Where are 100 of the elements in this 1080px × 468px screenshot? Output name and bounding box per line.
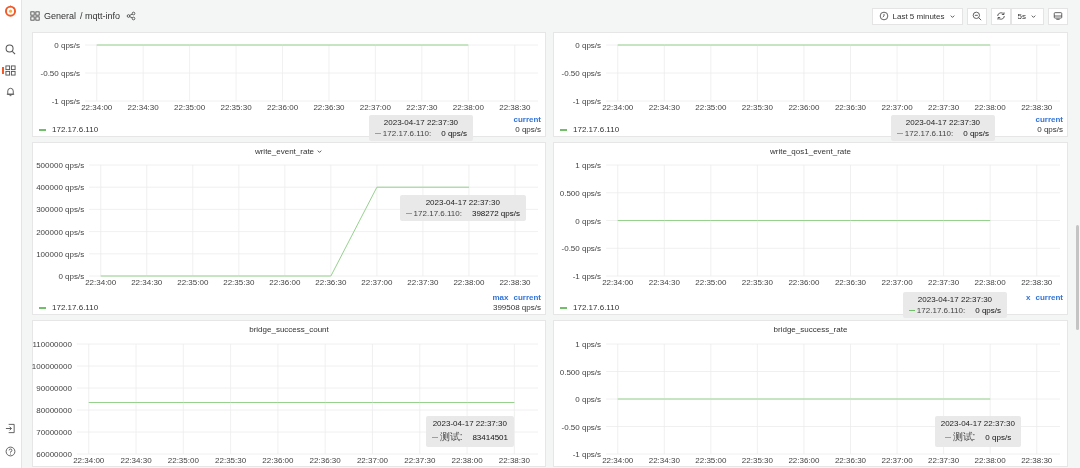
- legend-series[interactable]: 172.17.6.110: [52, 125, 99, 134]
- refresh-interval-picker[interactable]: 5s: [1010, 7, 1044, 25]
- x-axis-label: 22:36:30: [309, 456, 341, 465]
- x-axis-label: 22:35:00: [695, 278, 727, 287]
- y-axis-label: 400000 qps/s: [36, 183, 85, 193]
- y-axis-label: 100000 qps/s: [36, 249, 85, 259]
- legend-header[interactable]: max: [492, 293, 509, 302]
- x-axis-label: 22:35:30: [741, 456, 773, 465]
- tv-mode-button[interactable]: [1048, 7, 1068, 25]
- dashboards-icon[interactable]: [4, 64, 17, 77]
- bell-icon[interactable]: [4, 85, 17, 98]
- y-axis-label: 1 qps/s: [575, 161, 602, 170]
- x-axis-label: 22:34:30: [120, 456, 152, 465]
- panel-title[interactable]: bridge_success_count: [249, 324, 329, 334]
- x-axis-label: 22:38:30: [499, 103, 531, 112]
- y-axis-label: 0 qps/s: [54, 41, 81, 50]
- x-axis-label: 22:38:30: [1021, 278, 1053, 287]
- tooltip-series: 172.17.6.110:: [916, 306, 966, 315]
- legend-header[interactable]: current: [1035, 115, 1063, 124]
- x-axis-label: 22:37:00: [356, 456, 389, 465]
- x-axis-label: 22:38:00: [452, 103, 484, 112]
- y-axis-label: 0 qps/s: [575, 41, 602, 50]
- x-axis-label: 22:37:00: [359, 103, 391, 112]
- tooltip-time: 2023-04-17 22:37:30: [425, 198, 500, 207]
- x-axis-label: 22:34:30: [131, 278, 163, 287]
- tooltip-value: 0 qps/s: [985, 432, 1012, 442]
- x-axis-label: 22:37:00: [881, 278, 913, 287]
- x-axis-label: 22:37:30: [407, 278, 439, 287]
- panel-title[interactable]: write_event_rate: [254, 146, 315, 156]
- y-axis-label: -1 qps/s: [572, 97, 602, 106]
- x-axis-label: 22:35:00: [167, 456, 199, 465]
- tooltip-value: 83414501: [472, 432, 508, 442]
- x-axis-label: 22:36:30: [313, 103, 345, 112]
- breadcrumb-folder[interactable]: General: [44, 11, 77, 21]
- y-axis-label: -1 qps/s: [572, 272, 602, 281]
- y-axis-label: -0.50 qps/s: [561, 422, 602, 432]
- x-axis-label: 22:36:00: [788, 278, 820, 287]
- x-axis-label: 22:36:00: [788, 103, 820, 112]
- tooltip-series: 测试:: [952, 430, 976, 444]
- x-axis-label: 22:38:00: [974, 278, 1006, 287]
- tooltip-series: 172.17.6.110:: [413, 209, 462, 218]
- x-axis-label: 22:38:30: [499, 278, 531, 287]
- tooltip-time: 2023-04-17 22:37:30: [432, 419, 507, 428]
- refresh-button[interactable]: [990, 7, 1011, 25]
- zoom-out-icon: [971, 11, 982, 21]
- x-axis-label: 22:37:30: [406, 103, 438, 112]
- x-axis-label: 22:38:00: [453, 278, 485, 287]
- clock-icon: [878, 11, 889, 21]
- caret-icon[interactable]: [316, 147, 324, 155]
- x-axis-label: 22:38:30: [1021, 456, 1053, 465]
- tooltip-value: 0 qps/s: [441, 129, 467, 138]
- caret-icon: [1030, 12, 1037, 20]
- logo-icon[interactable]: [4, 4, 17, 17]
- legend-header[interactable]: current: [513, 293, 541, 302]
- tooltip-series: 测试:: [439, 430, 463, 444]
- legend-series[interactable]: 172.17.6.110: [573, 303, 620, 312]
- legend-series[interactable]: 172.17.6.110: [573, 125, 620, 134]
- x-axis-label: 22:36:30: [834, 456, 867, 465]
- x-axis-label: 22:38:00: [974, 103, 1006, 112]
- y-axis-label: -0.50 qps/s: [561, 244, 602, 254]
- x-axis-label: 22:35:30: [741, 278, 773, 287]
- x-axis-label: 22:34:00: [602, 278, 634, 287]
- tooltip-time: 2023-04-17 22:37:30: [905, 118, 981, 127]
- legend-series[interactable]: 172.17.6.110: [52, 303, 99, 312]
- x-axis-label: 22:35:00: [174, 103, 206, 112]
- y-axis-label: 100000000: [32, 362, 72, 371]
- y-axis-label: -0.50 qps/s: [40, 69, 81, 78]
- dashboard-title[interactable]: / mqtt-info: [80, 11, 121, 21]
- scrollbar[interactable]: [1076, 225, 1079, 330]
- legend-value: 0 qps/s: [1037, 125, 1063, 134]
- x-axis-label: 22:34:30: [127, 103, 159, 112]
- y-axis-label: 90000000: [36, 384, 72, 393]
- search-icon[interactable]: [4, 43, 17, 56]
- y-axis-label: 1 qps/s: [575, 340, 602, 349]
- x-axis-label: 22:36:00: [788, 456, 820, 465]
- x-axis-label: 22:36:30: [315, 278, 347, 287]
- share-icon[interactable]: [126, 11, 137, 21]
- panel-title[interactable]: write_qos1_event_rate: [770, 146, 851, 156]
- x-axis-label: 22:34:00: [73, 456, 105, 465]
- x-axis-label: 22:37:30: [928, 278, 960, 287]
- zoom-out-button[interactable]: [966, 7, 987, 25]
- panel-title[interactable]: bridge_success_rate: [773, 324, 848, 334]
- x-axis-label: 22:35:00: [177, 278, 209, 287]
- time-range-picker[interactable]: Last 5 minutes: [871, 7, 963, 25]
- y-axis-label: 200000 qps/s: [36, 227, 85, 237]
- tooltip-series: 172.17.6.110:: [904, 129, 954, 138]
- sign-in-icon[interactable]: [4, 422, 17, 435]
- legend-header[interactable]: current: [513, 115, 541, 124]
- legend-header[interactable]: current: [1035, 293, 1063, 302]
- y-axis-label: 500000 qps/s: [36, 161, 85, 170]
- x-axis-label: 22:34:00: [602, 103, 634, 112]
- y-axis-label: 0 qps/s: [58, 272, 85, 281]
- help-icon[interactable]: [4, 445, 17, 458]
- refresh-icon: [995, 11, 1006, 21]
- legend-header[interactable]: x: [1026, 293, 1031, 302]
- dashboards-icon: [30, 11, 40, 21]
- legend-value: 399508 qps/s: [492, 303, 541, 312]
- x-axis-label: 22:35:30: [215, 456, 247, 465]
- tooltip-value: 0 qps/s: [975, 306, 1001, 315]
- x-axis-label: 22:36:30: [834, 103, 867, 112]
